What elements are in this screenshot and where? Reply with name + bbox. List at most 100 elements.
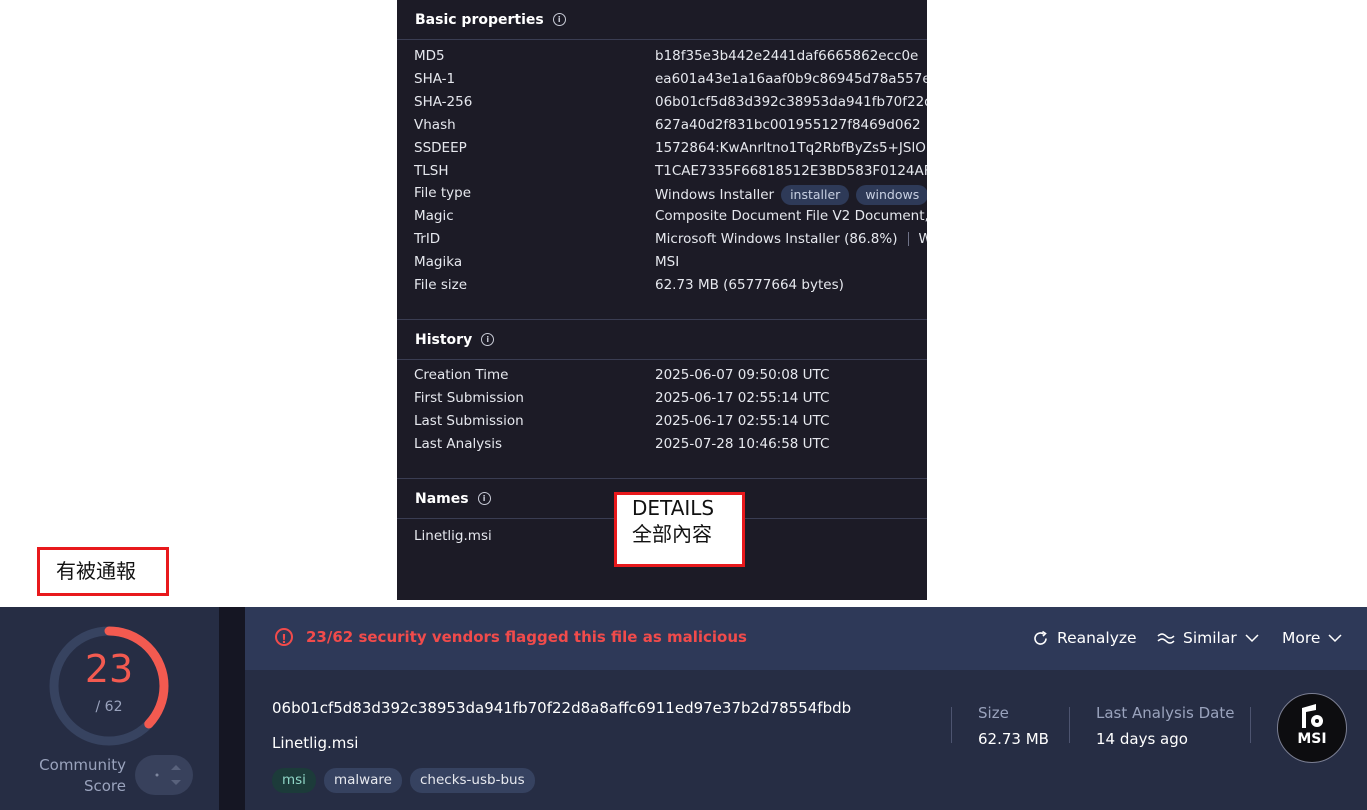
section-title: Basic properties	[415, 11, 544, 28]
property-value: Composite Document File V2 Document, Lit	[655, 208, 927, 224]
annotation-line: DETAILS	[632, 496, 715, 520]
property-value[interactable]: 06b01cf5d83d392c38953da941fb70f22d8a8	[655, 94, 927, 110]
divider	[1250, 707, 1251, 743]
property-value[interactable]: T1CAE7335F66818512E3BD583F0124AF9813	[655, 163, 927, 179]
community-label-line: Community	[39, 756, 126, 774]
separator	[907, 232, 909, 246]
detection-total: / 62	[95, 699, 123, 715]
property-label: SHA-256	[414, 94, 473, 110]
reanalyze-button[interactable]: Reanalyze	[1032, 629, 1137, 647]
info-icon[interactable]: i	[481, 333, 495, 346]
trid-extra: Wind	[918, 231, 928, 247]
detection-banner: ! 23/62 security vendors flagged this fi…	[245, 607, 1367, 670]
history-row: Creation Time 2025-06-07 09:50:08 UTC	[414, 367, 927, 387]
history-header: History i	[397, 319, 927, 360]
file-type-value: Windows Installer	[655, 187, 775, 203]
property-row: File size 62.73 MB (65777664 bytes)	[414, 277, 927, 297]
size-label: Size	[978, 704, 1009, 722]
property-value[interactable]: ea601a43e1a16aaf0b9c86945d78a557e0a6e	[655, 71, 927, 87]
community-score-label: Community Score	[26, 755, 126, 797]
similar-icon	[1157, 633, 1175, 644]
property-row: SSDEEP 1572864:KwAnrltno1Tq2RbfByZs5+JSl…	[414, 140, 927, 160]
alert-icon: !	[275, 628, 293, 646]
similar-label: Similar	[1183, 629, 1237, 647]
property-row: TLSH T1CAE7335F66818512E3BD583F0124AF981…	[414, 163, 927, 183]
more-button[interactable]: More	[1282, 629, 1342, 647]
file-name: Linetlig.msi	[272, 734, 359, 752]
property-label: TLSH	[414, 163, 449, 179]
annotation-line: 全部內容	[632, 522, 712, 546]
tag-checks-usb-bus[interactable]: checks-usb-bus	[410, 768, 535, 793]
property-value[interactable]: 1572864:KwAnrltno1Tq2RbfByZs5+JSlOnRN	[655, 140, 927, 156]
details-annotation: DETAILS 全部內容	[614, 492, 745, 567]
history-label: First Submission	[414, 390, 524, 406]
history-row: Last Analysis 2025-07-28 10:46:58 UTC	[414, 436, 927, 456]
property-value[interactable]: b18f35e3b442e2441daf6665862ecc0e	[655, 48, 918, 64]
detection-text: 23/62 security vendors flagged this file…	[306, 628, 747, 646]
summary-area: 23 / 62 Community Score ! 23/62 security…	[0, 607, 1367, 810]
property-row: SHA-256 06b01cf5d83d392c38953da941fb70f2…	[414, 94, 927, 114]
more-label: More	[1282, 629, 1321, 647]
similar-button[interactable]: Similar	[1157, 629, 1259, 647]
property-row: MD5 b18f35e3b442e2441daf6665862ecc0e	[414, 48, 927, 68]
size-value: 62.73 MB	[978, 730, 1049, 748]
detection-score: 23	[84, 647, 134, 691]
detection-message: ! 23/62 security vendors flagged this fi…	[275, 628, 747, 646]
property-row: Magic Composite Document File V2 Documen…	[414, 208, 927, 228]
history-value: 2025-06-07 09:50:08 UTC	[655, 367, 830, 383]
property-value: 62.73 MB (65777664 bytes)	[655, 277, 844, 293]
file-tags: msi malware checks-usb-bus	[272, 768, 543, 793]
property-label: File type	[414, 185, 472, 201]
property-value: MSI	[655, 254, 680, 270]
community-label-line: Score	[83, 777, 126, 795]
community-vote-control[interactable]	[135, 755, 193, 795]
info-icon[interactable]: i	[552, 13, 566, 26]
history-value: 2025-06-17 02:55:14 UTC	[655, 413, 830, 429]
history-value: 2025-07-28 10:46:58 UTC	[655, 436, 830, 452]
history-label: Last Analysis	[414, 436, 503, 452]
divider	[951, 707, 952, 743]
section-title: Names	[415, 490, 469, 507]
file-hash[interactable]: 06b01cf5d83d392c38953da941fb70f22d8a8aff…	[272, 699, 851, 717]
property-label: File size	[414, 277, 468, 293]
msi-file-icon: MSI	[1277, 693, 1347, 763]
property-value[interactable]: 627a40d2f831bc001955127f8469d062	[655, 117, 921, 133]
history-row: Last Submission 2025-06-17 02:55:14 UTC	[414, 413, 927, 433]
reanalyze-icon	[1034, 630, 1047, 645]
property-row: Magika MSI	[414, 254, 927, 274]
history-label: Creation Time	[414, 367, 509, 383]
vote-arrows-icon	[155, 765, 181, 785]
file-summary-card: ! 23/62 security vendors flagged this fi…	[245, 607, 1367, 810]
annotation-text: 有被通報	[56, 559, 136, 583]
property-row: Vhash 627a40d2f831bc001955127f8469d062	[414, 117, 927, 137]
chevron-down-icon	[1328, 633, 1342, 642]
history-row: First Submission 2025-06-17 02:55:14 UTC	[414, 390, 927, 410]
chevron-down-icon	[1245, 633, 1259, 642]
property-label: Vhash	[414, 117, 456, 133]
installer-package-icon	[1302, 704, 1323, 728]
info-icon[interactable]: i	[477, 492, 491, 505]
file-type-tag[interactable]: installer	[781, 185, 850, 205]
divider	[1069, 707, 1070, 743]
property-label: Magika	[414, 254, 463, 270]
trid-value: Microsoft Windows Installer (86.8%)	[655, 231, 898, 247]
property-row: TrID Microsoft Windows Installer (86.8%)…	[414, 231, 927, 251]
property-row: SHA-1 ea601a43e1a16aaf0b9c86945d78a557e0…	[414, 71, 927, 91]
property-value: Microsoft Windows Installer (86.8%) Wind	[655, 231, 927, 247]
tag-msi[interactable]: msi	[272, 768, 316, 793]
property-label: Magic	[414, 208, 454, 224]
property-label: SSDEEP	[414, 140, 467, 156]
score-card: 23 / 62 Community Score	[0, 607, 219, 810]
msi-file-label: MSI	[1297, 731, 1327, 747]
property-label: SHA-1	[414, 71, 456, 87]
last-analysis-value: 14 days ago	[1096, 730, 1188, 748]
property-label: TrID	[414, 231, 441, 247]
file-type-tag[interactable]: windows	[856, 185, 927, 205]
property-label: MD5	[414, 48, 445, 64]
history-value: 2025-06-17 02:55:14 UTC	[655, 390, 830, 406]
basic-properties-header: Basic properties i	[397, 0, 927, 40]
reported-annotation: 有被通報	[37, 547, 169, 596]
file-name[interactable]: Linetlig.msi	[414, 528, 492, 544]
reanalyze-label: Reanalyze	[1057, 629, 1137, 647]
tag-malware[interactable]: malware	[323, 768, 402, 793]
